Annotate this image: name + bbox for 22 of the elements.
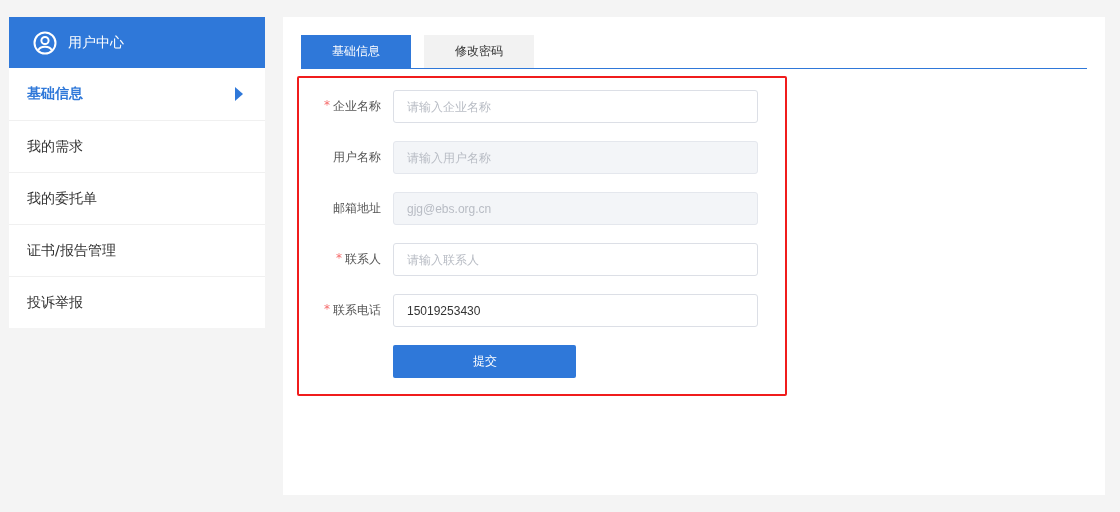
field-label: 邮箱地址 [333,200,381,217]
required-mark: * [324,98,330,112]
sidebar-item[interactable]: 我的需求 [9,120,265,172]
input-field[interactable]: 15019253430 [393,294,758,327]
tab[interactable]: 修改密码 [424,35,534,68]
sidebar-title: 用户中心 [68,33,124,52]
field-label: 联系电话 [333,302,381,319]
user-icon [33,30,57,55]
sidebar-item[interactable]: 证书/报告管理 [9,224,265,276]
sidebar-item[interactable]: 基础信息 [9,68,265,120]
sidebar-item[interactable]: 我的委托单 [9,172,265,224]
submit-button[interactable]: 提交 [393,345,576,378]
input-field[interactable]: 请输入企业名称 [393,90,758,123]
required-mark: * [324,302,330,316]
field-label: 联系人 [345,251,381,268]
caret-icon [235,87,243,101]
tab[interactable]: 基础信息 [301,35,411,68]
field-label: 用户名称 [333,149,381,166]
input-field[interactable]: 请输入联系人 [393,243,758,276]
required-mark: * [336,251,342,265]
sidebar-item[interactable]: 投诉举报 [9,276,265,328]
field-label: 企业名称 [333,98,381,115]
